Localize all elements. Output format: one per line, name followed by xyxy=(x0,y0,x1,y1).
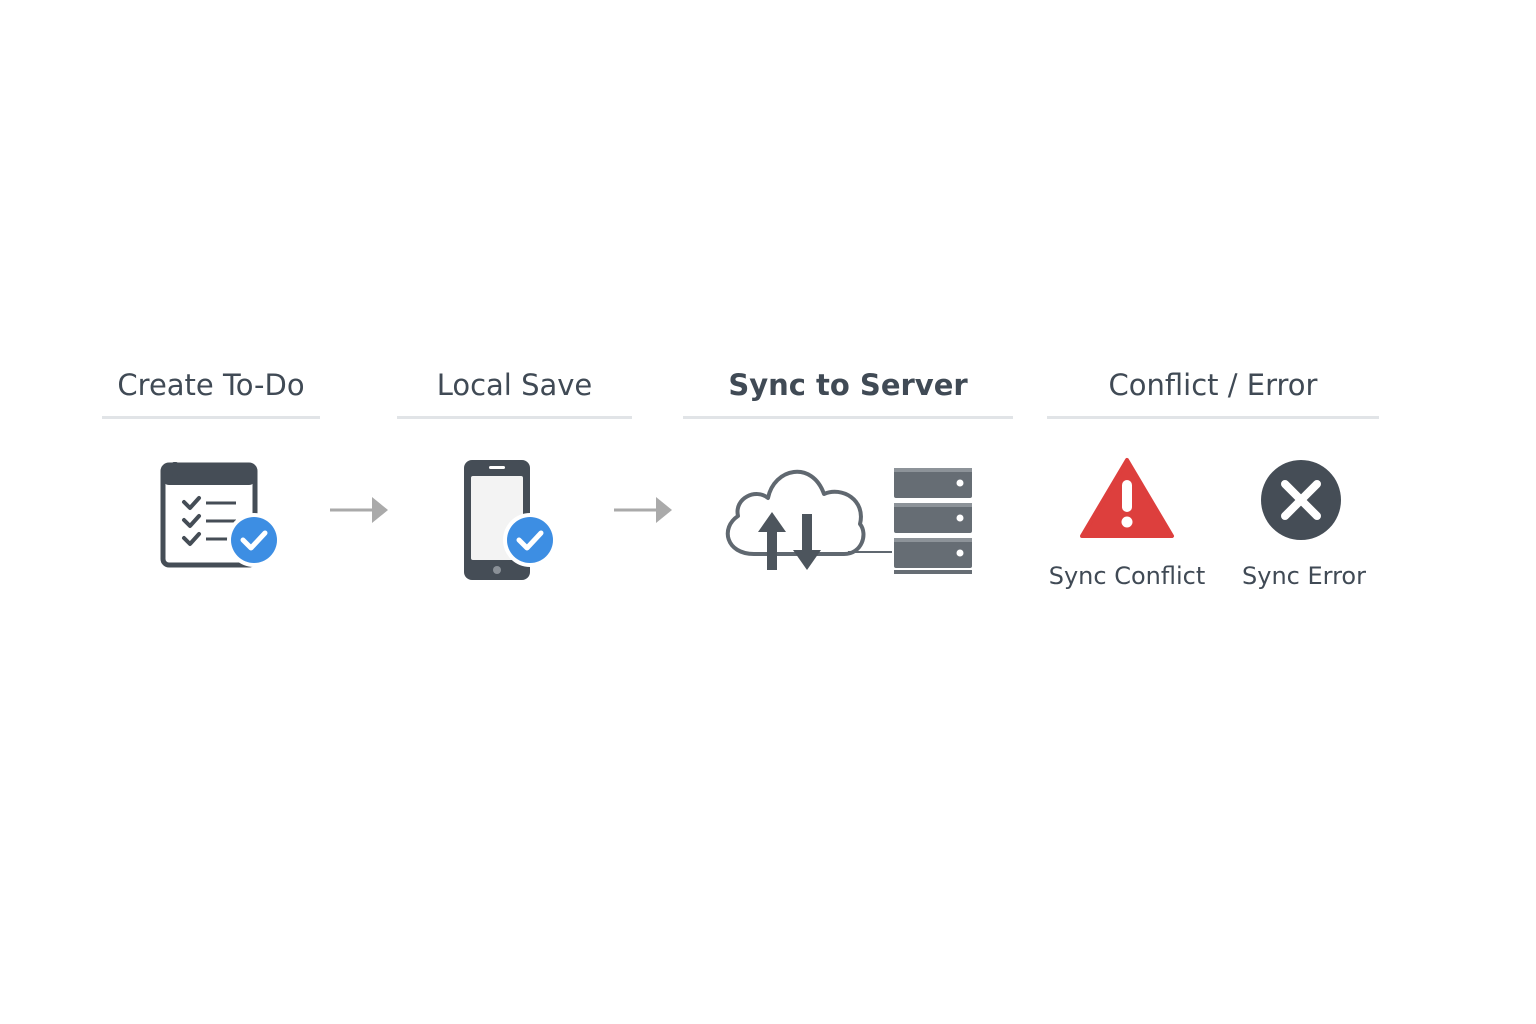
stage-rule-local-save xyxy=(397,416,632,419)
stage-rule-sync-to-server xyxy=(683,416,1013,419)
stage-title-conflict-error: Conflict / Error xyxy=(1108,368,1318,402)
stage-title-sync-to-server: Sync to Server xyxy=(728,368,968,402)
phone-check-icon xyxy=(460,458,562,582)
server-rack-icon xyxy=(892,466,974,578)
outcome-label-sync-conflict: Sync Conflict xyxy=(1048,562,1206,590)
checklist-check-icon xyxy=(158,460,284,572)
stage-title-local-save: Local Save xyxy=(436,368,593,402)
flow-arrow-1 xyxy=(328,494,390,530)
sync-flow-diagram: Create To-Do Local Save Sync to Server C… xyxy=(0,0,1536,1024)
stage-rule-conflict-error xyxy=(1047,416,1379,419)
flow-arrow-2 xyxy=(612,494,674,530)
stage-title-create-todo: Create To-Do xyxy=(117,368,305,402)
x-circle-icon xyxy=(1259,458,1343,542)
stage-rule-create-todo xyxy=(102,416,320,419)
cloud-sync-icon xyxy=(716,464,896,574)
warning-triangle-icon xyxy=(1078,456,1176,540)
outcome-label-sync-error: Sync Error xyxy=(1242,562,1366,590)
